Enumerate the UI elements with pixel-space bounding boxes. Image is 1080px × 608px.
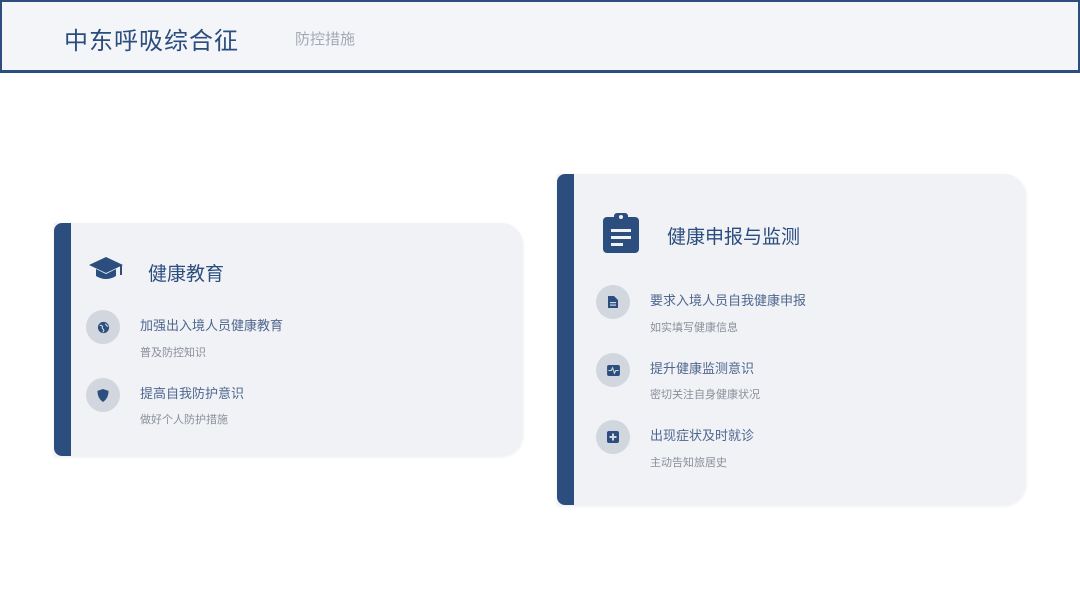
education-item-1-sub: 普及防控知识 (140, 346, 206, 359)
education-item-1-title: 加强出入境人员健康教育 (140, 319, 284, 334)
globe-icon (86, 310, 120, 344)
header-bar: 中东呼吸综合征 防控措施 (0, 0, 1080, 73)
monitoring-card-title: 健康申报与监测 (667, 226, 801, 248)
card-accent-bar (54, 223, 71, 456)
heartbeat-monitor-icon (596, 353, 630, 387)
education-card-title: 健康教育 (148, 263, 225, 285)
education-card: 健康教育 加强出入境人员健康教育 普及防控知识 提高自我防护意识 做好个人防护措… (54, 223, 523, 456)
monitoring-item-2-sub: 密切关注自身健康状况 (650, 388, 760, 401)
monitoring-item-2-title: 提升健康监测意识 (650, 362, 755, 377)
education-item-2-sub: 做好个人防护措施 (140, 413, 228, 426)
card-accent-bar (557, 174, 574, 505)
graduation-cap-icon (88, 255, 124, 289)
shield-icon (86, 378, 120, 412)
clipboard-icon (602, 212, 640, 258)
monitoring-card: 健康申报与监测 要求入境人员自我健康申报 如实填写健康信息 提升健康监测意识 密… (557, 174, 1026, 505)
monitoring-item-3-sub: 主动告知旅居史 (650, 456, 727, 469)
monitoring-item-1-sub: 如实填写健康信息 (650, 321, 738, 334)
document-icon (596, 285, 630, 319)
education-item-2-title: 提高自我防护意识 (140, 387, 245, 402)
page-subtitle: 防控措施 (295, 30, 356, 48)
medical-cross-icon (596, 420, 630, 454)
monitoring-item-1-title: 要求入境人员自我健康申报 (650, 294, 807, 309)
page-title: 中东呼吸综合征 (64, 27, 239, 55)
monitoring-item-3-title: 出现症状及时就诊 (650, 429, 755, 444)
